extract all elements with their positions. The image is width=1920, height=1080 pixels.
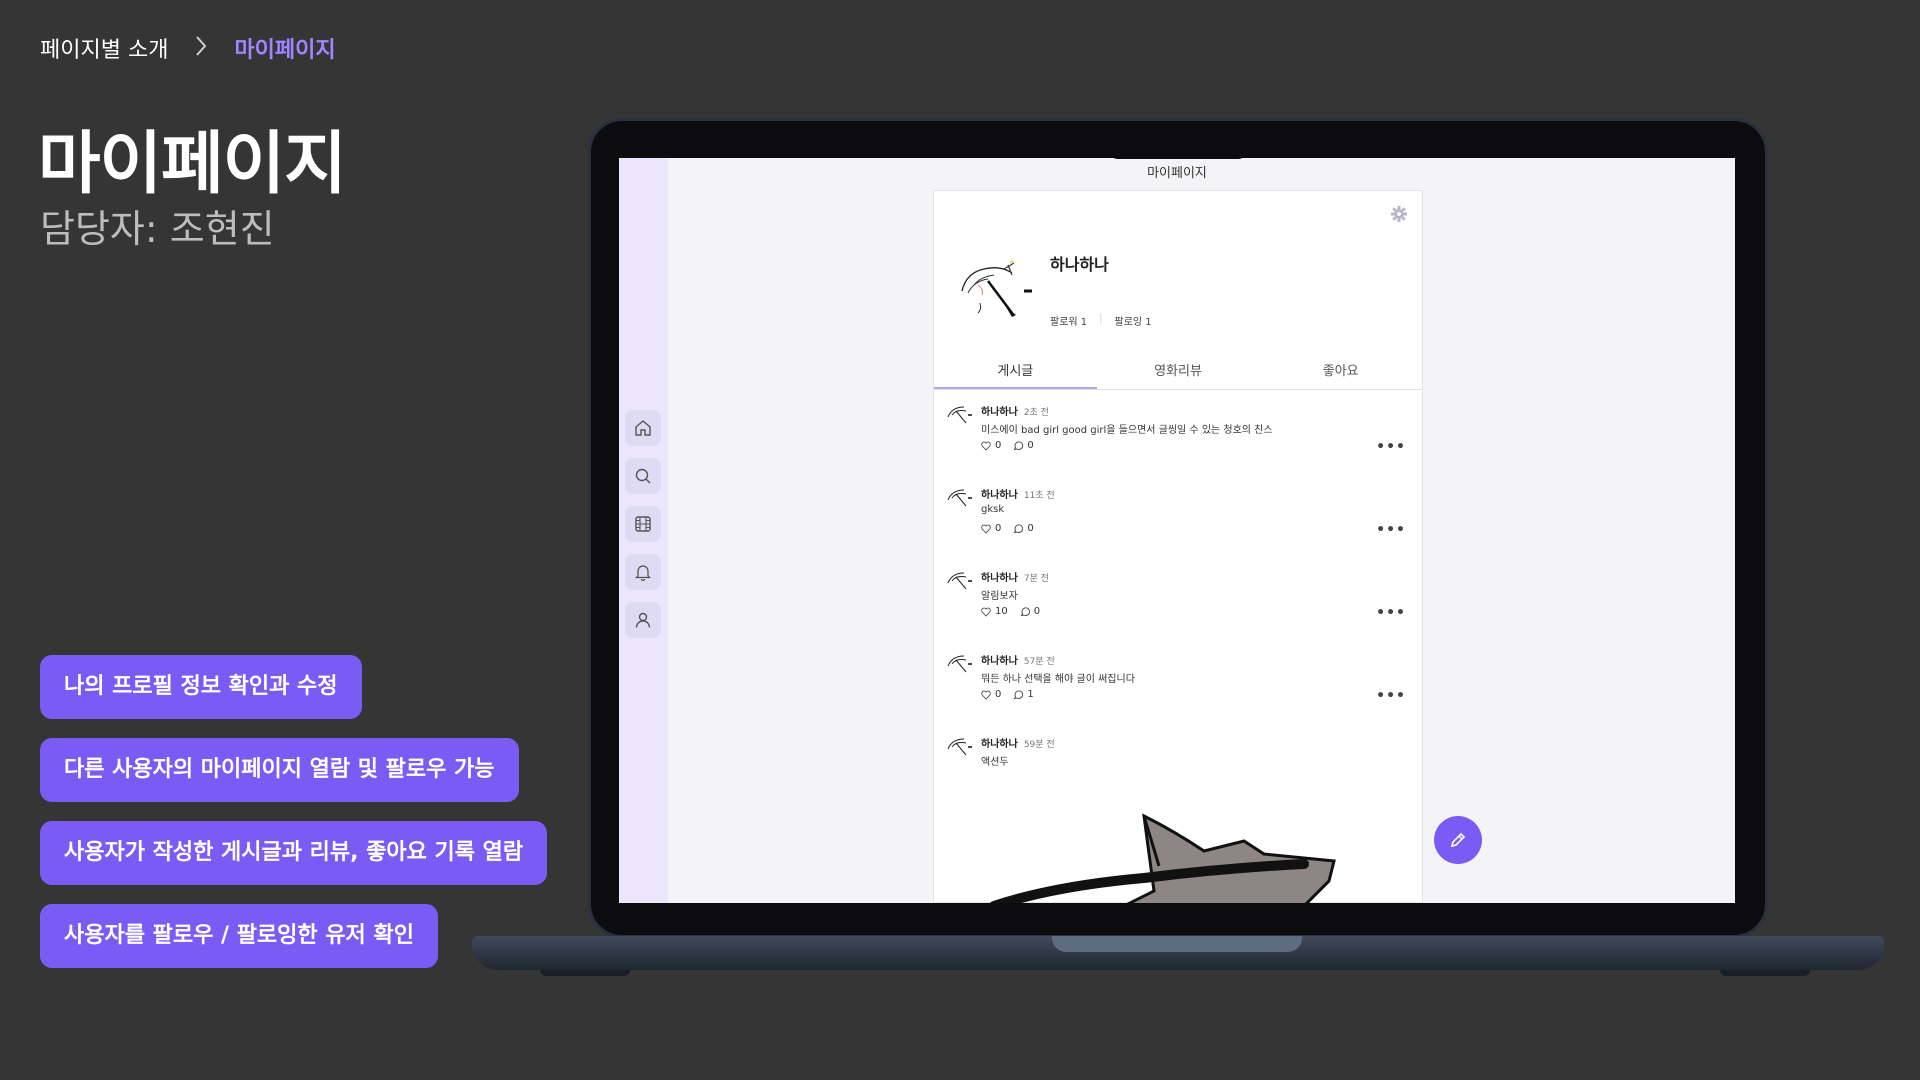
post-author: 하나하나 11초 전 bbox=[981, 490, 1055, 501]
breadcrumb: 페이지별 소개 마이페이지 bbox=[40, 32, 336, 64]
post-time: 7분 전 bbox=[1023, 574, 1049, 584]
comment-count: 1 bbox=[1027, 689, 1034, 700]
search-icon[interactable] bbox=[625, 458, 661, 494]
profile-panel: 하나하나 팔로워 1 | 팔로잉 1 게시글 영화리뷰 좋아요 하나하나 2초 전… bbox=[933, 190, 1423, 903]
post-text: 뭐든 하나 선택을 해야 글이 써집니다 bbox=[981, 674, 1135, 685]
post-item[interactable]: 하나하나 2초 전 미스에이 bad girl good girl을 들으면서 글… bbox=[934, 393, 1422, 473]
feature-badge: 다른 사용자의 마이페이지 열람 및 팔로우 가능 bbox=[40, 738, 519, 802]
laptop-foot bbox=[540, 970, 630, 976]
heart-icon[interactable] bbox=[981, 607, 991, 617]
more-icon[interactable]: ••• bbox=[1376, 439, 1406, 455]
user-icon[interactable] bbox=[625, 602, 661, 638]
post-author: 하나하나 7분 전 bbox=[981, 573, 1049, 584]
post-item[interactable]: 하나하나 11초 전 gksk 0 0 ••• bbox=[934, 476, 1422, 556]
more-icon[interactable]: ••• bbox=[1376, 688, 1406, 704]
comment-count: 0 bbox=[1027, 523, 1034, 534]
comment-icon[interactable] bbox=[1013, 440, 1024, 451]
post-text: 액션두 bbox=[981, 757, 1009, 768]
post-text: gksk bbox=[981, 504, 1005, 515]
breadcrumb-current: 마이페이지 bbox=[234, 38, 336, 63]
post-item[interactable]: 하나하나 57분 전 뭐든 하나 선택을 해야 글이 써집니다 0 1 ••• bbox=[934, 642, 1422, 722]
more-icon[interactable]: ••• bbox=[1376, 522, 1406, 538]
comment-count: 0 bbox=[1033, 606, 1041, 617]
like-count: 10 bbox=[995, 606, 1008, 617]
profile-avatar[interactable] bbox=[954, 251, 1034, 327]
post-text: 알림보자 bbox=[981, 591, 1018, 602]
post-image-doodle bbox=[990, 813, 1336, 903]
page-subtitle: 담당자: 조현진 bbox=[40, 207, 275, 251]
chevron-right-icon bbox=[194, 35, 208, 62]
post-stats: 0 0 bbox=[981, 440, 1034, 451]
more-icon[interactable]: ••• bbox=[1376, 605, 1406, 621]
post-stats: 0 1 bbox=[981, 689, 1034, 700]
bell-icon[interactable] bbox=[625, 554, 661, 590]
post-item[interactable]: 하나하나 7분 전 알림보자 10 0 ••• bbox=[934, 559, 1422, 639]
post-time: 11초 전 bbox=[1023, 491, 1055, 501]
like-count: 0 bbox=[995, 689, 1002, 700]
camera-notch bbox=[1108, 147, 1248, 159]
heart-icon[interactable] bbox=[981, 690, 991, 700]
laptop-hinge bbox=[1052, 936, 1302, 952]
comment-icon[interactable] bbox=[1020, 606, 1030, 617]
post-time: 59분 전 bbox=[1023, 740, 1055, 750]
app-header-title: 마이페이지 bbox=[1147, 166, 1207, 181]
breadcrumb-parent[interactable]: 페이지별 소개 bbox=[40, 32, 168, 64]
comment-icon[interactable] bbox=[1013, 689, 1024, 700]
post-avatar bbox=[947, 655, 972, 673]
tab-posts[interactable]: 게시글 bbox=[934, 357, 1097, 389]
post-avatar bbox=[947, 738, 972, 756]
app-sidebar bbox=[619, 158, 668, 903]
post-item[interactable]: 하나하나 59분 전 액션두 bbox=[934, 725, 1422, 805]
comment-count: 0 bbox=[1027, 440, 1034, 451]
comment-icon[interactable] bbox=[1013, 523, 1024, 534]
post-time: 57분 전 bbox=[1023, 657, 1055, 667]
post-stats: 0 0 bbox=[981, 523, 1034, 534]
feature-badge: 나의 프로필 정보 확인과 수정 bbox=[40, 655, 362, 719]
like-count: 0 bbox=[995, 440, 1002, 451]
followers-link[interactable]: 팔로워 1 bbox=[1050, 313, 1087, 328]
laptop-foot bbox=[1720, 970, 1810, 976]
app-screen: 마이페이지 하나하나 팔로워 1 | 팔로잉 1 게시글 영화리뷰 좋아요 하나… bbox=[619, 158, 1735, 903]
profile-tabs: 게시글 영화리뷰 좋아요 bbox=[934, 357, 1422, 390]
post-author: 하나하나 2초 전 bbox=[981, 407, 1049, 418]
tab-likes[interactable]: 좋아요 bbox=[1259, 357, 1422, 389]
gear-icon[interactable] bbox=[1390, 205, 1408, 227]
feature-badge: 사용자가 작성한 게시글과 리뷰, 좋아요 기록 열람 bbox=[40, 821, 548, 885]
post-text: 미스에이 bad girl good girl을 들으면서 글씽일 수 있는 청… bbox=[981, 425, 1273, 436]
like-count: 0 bbox=[995, 523, 1002, 534]
post-avatar bbox=[947, 489, 972, 507]
heart-icon[interactable] bbox=[981, 524, 991, 534]
post-avatar bbox=[947, 406, 972, 424]
post-avatar bbox=[947, 572, 972, 590]
post-time: 2초 전 bbox=[1023, 408, 1049, 418]
post-author: 하나하나 57분 전 bbox=[981, 656, 1055, 667]
film-icon[interactable] bbox=[625, 506, 661, 542]
post-stats: 10 0 bbox=[981, 606, 1040, 617]
follow-stats: 팔로워 1 | 팔로잉 1 bbox=[1050, 313, 1152, 328]
profile-username: 하나하나 bbox=[1050, 255, 1109, 274]
page-title: 마이페이지 bbox=[38, 125, 347, 204]
heart-icon[interactable] bbox=[981, 441, 991, 451]
tab-movie-reviews[interactable]: 영화리뷰 bbox=[1097, 357, 1260, 389]
write-post-button[interactable] bbox=[1434, 816, 1482, 864]
post-author: 하나하나 59분 전 bbox=[981, 739, 1055, 750]
following-link[interactable]: 팔로잉 1 bbox=[1115, 313, 1152, 328]
home-icon[interactable] bbox=[625, 410, 661, 446]
feature-badge: 사용자를 팔로우 / 팔로잉한 유저 확인 bbox=[40, 904, 438, 968]
pencil-icon bbox=[1450, 832, 1466, 848]
